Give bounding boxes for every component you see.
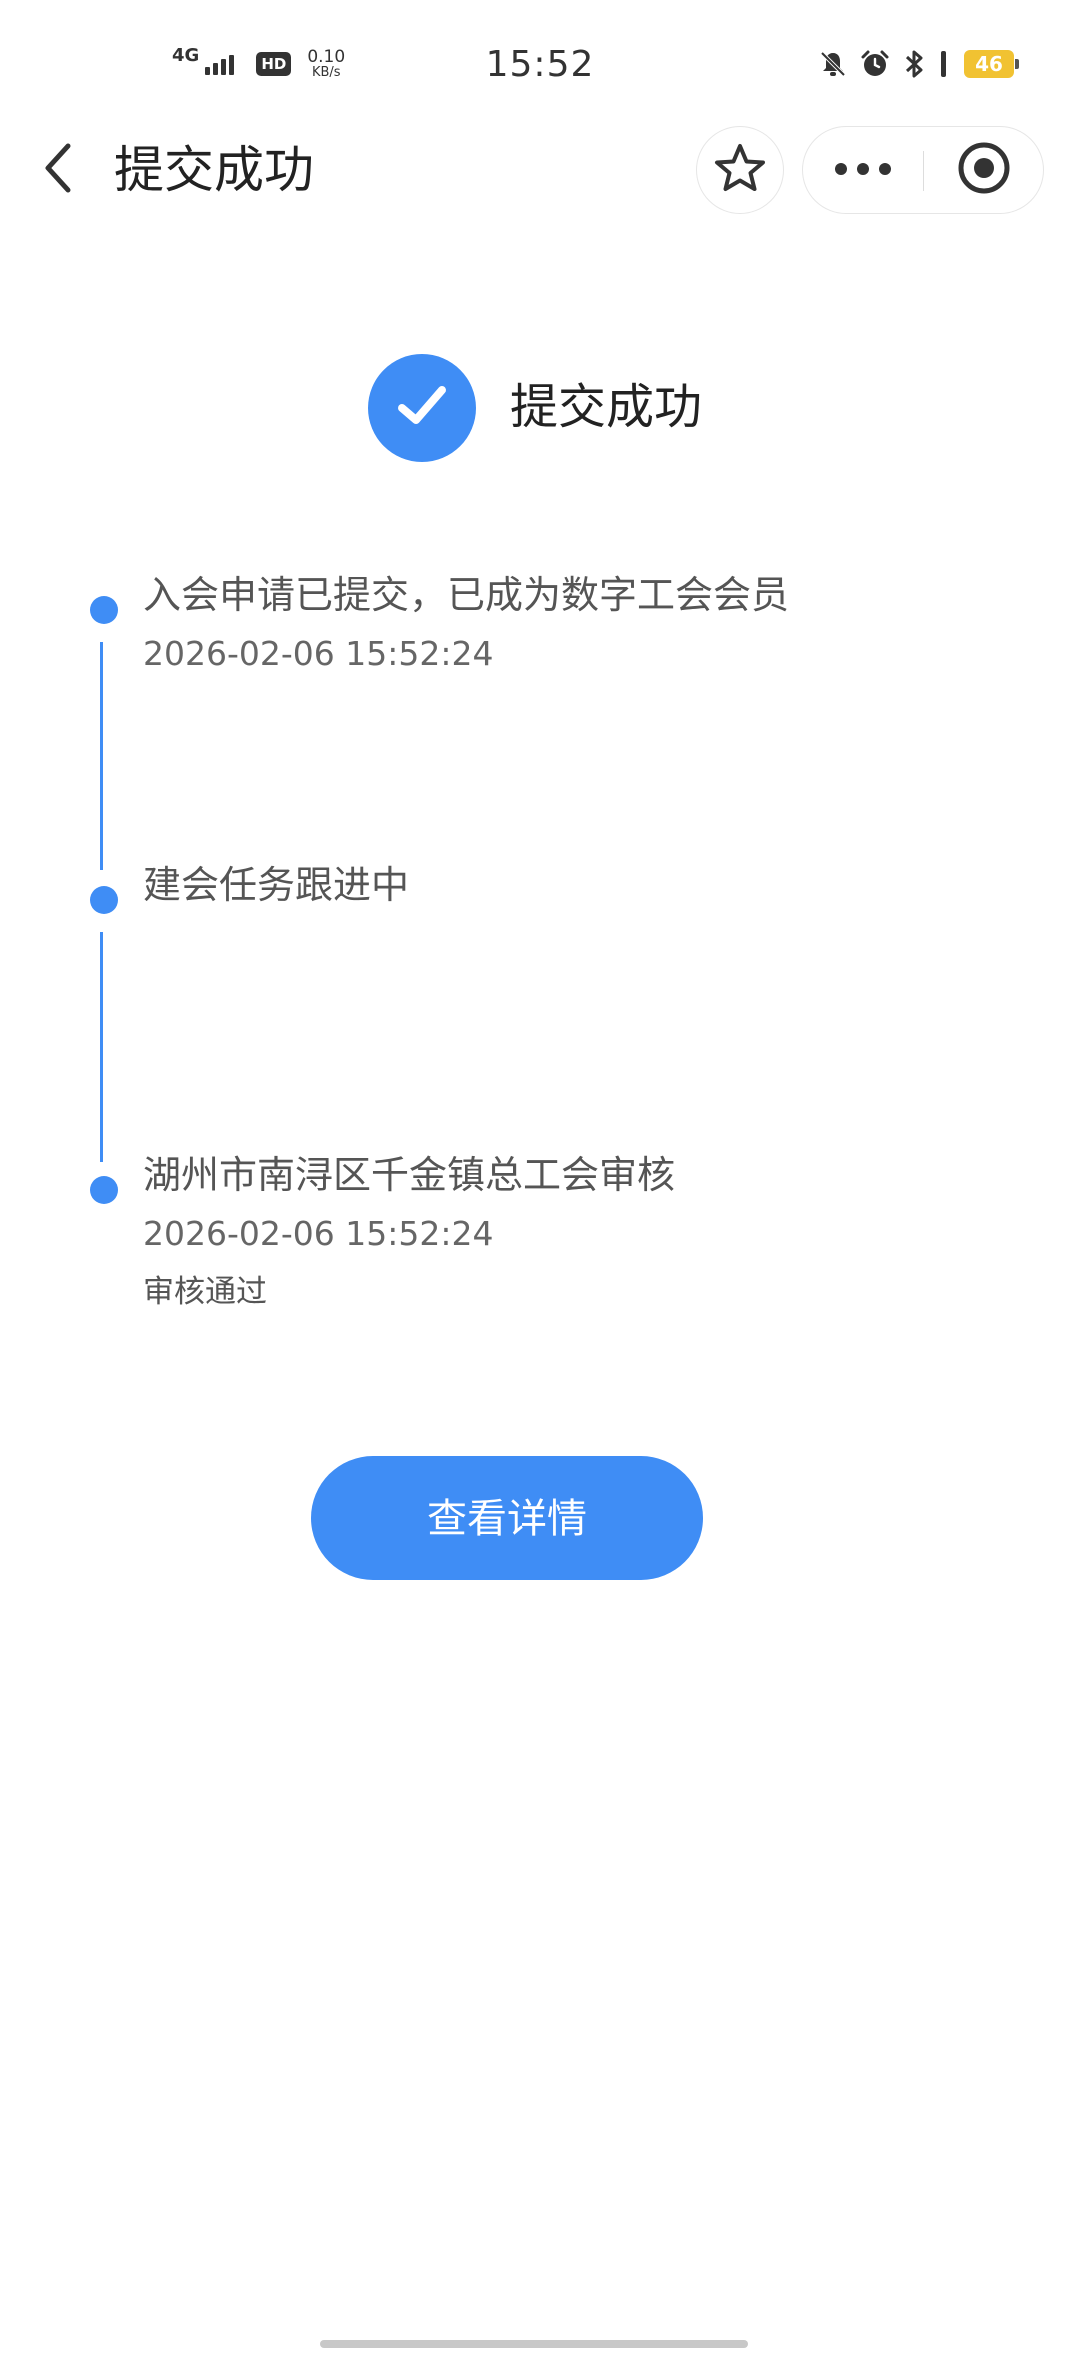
timeline-connector <box>100 642 103 870</box>
timeline-dot <box>90 596 118 624</box>
page-title: 提交成功 <box>114 141 314 199</box>
more-dots-icon <box>833 161 893 180</box>
success-badge <box>368 354 476 462</box>
checkmark-icon <box>394 382 450 434</box>
timeline-connector <box>100 932 103 1162</box>
timeline-item-title: 入会申请已提交，已成为数字工会会员 <box>143 573 790 617</box>
timeline-item-time: 2026-02-06 15:52:24 <box>143 634 494 673</box>
success-title: 提交成功 <box>510 379 703 435</box>
status-bar-right: 46 <box>818 48 1019 80</box>
back-arrow-icon <box>38 140 78 200</box>
timeline-item-time: 2026-02-06 15:52:24 <box>143 1214 494 1253</box>
timeline-item-status: 审核通过 <box>143 1274 267 1310</box>
menu-capsule <box>802 126 1044 214</box>
progress-timeline: 入会申请已提交，已成为数字工会会员 2026-02-06 15:52:24 建会… <box>0 570 1080 1350</box>
close-miniapp-button[interactable] <box>924 127 1043 213</box>
home-indicator[interactable] <box>320 2340 748 2348</box>
battery-icon: 46 <box>964 50 1019 78</box>
bluetooth-icon <box>902 48 928 80</box>
view-details-button[interactable]: 查看详情 <box>311 1456 703 1580</box>
success-header: 提交成功 <box>0 350 1080 462</box>
timeline-item-title: 湖州市南浔区千金镇总工会审核 <box>143 1153 676 1197</box>
back-button[interactable] <box>30 142 86 198</box>
nav-bar: 提交成功 <box>0 120 1080 220</box>
more-button[interactable] <box>803 127 923 213</box>
timeline-dot <box>90 1176 118 1204</box>
close-circle-icon <box>956 140 1012 200</box>
timeline-item: 入会申请已提交，已成为数字工会会员 2026-02-06 15:52:24 <box>143 570 1043 676</box>
timeline-item-title: 建会任务跟进中 <box>143 863 410 907</box>
timeline-dot <box>90 886 118 914</box>
mute-bell-icon <box>818 49 848 79</box>
timeline-item: 湖州市南浔区千金镇总工会审核 2026-02-06 15:52:24 审核通过 <box>143 1150 1043 1314</box>
favorite-button[interactable] <box>696 126 784 214</box>
timeline-item: 建会任务跟进中 <box>143 860 1043 910</box>
alarm-icon <box>860 49 890 79</box>
star-icon <box>714 143 766 197</box>
signal-bars-small-icon <box>940 49 948 79</box>
status-bar: 4G HD 0.10 KB/s 15:52 46 <box>0 0 1080 130</box>
